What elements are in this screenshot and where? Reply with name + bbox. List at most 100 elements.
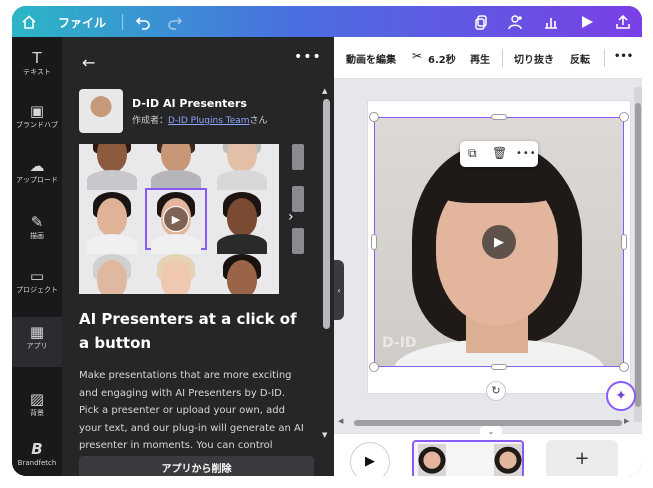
presenter-thumb[interactable]: [213, 144, 271, 190]
chevron-right-icon[interactable]: ›: [288, 209, 294, 225]
presenter-thumb[interactable]: [83, 144, 141, 190]
edit-video-button[interactable]: 動画を編集: [346, 51, 396, 66]
design-page[interactable]: D-ID ▶ ⧉ 🗑 ••• ↻: [368, 101, 630, 401]
element-floating-toolbar: ⧉ 🗑 •••: [460, 141, 538, 167]
apps-grid-icon: ▦: [29, 323, 45, 341]
resize-handle[interactable]: [619, 362, 629, 372]
copy-icon[interactable]: [470, 11, 492, 33]
scroll-left-icon[interactable]: ◀: [338, 417, 343, 425]
scroll-thumb[interactable]: [635, 103, 641, 407]
trash-icon[interactable]: 🗑: [492, 146, 507, 160]
presenter-thumb-selected[interactable]: ▶: [145, 188, 207, 254]
pen-icon: ✎: [30, 213, 44, 231]
resize-handle[interactable]: [491, 114, 507, 120]
analytics-icon[interactable]: [540, 11, 562, 33]
presenter-thumb[interactable]: [83, 190, 141, 254]
file-menu[interactable]: ファイル: [58, 14, 106, 31]
brand-hub-icon: ▣: [29, 102, 45, 120]
divider: [122, 14, 123, 30]
duplicate-icon[interactable]: ⧉: [468, 146, 477, 161]
play-button[interactable]: 再生: [470, 51, 490, 66]
more-options-icon[interactable]: •••: [294, 49, 322, 65]
present-icon[interactable]: [576, 11, 598, 33]
more-options-icon[interactable]: •••: [614, 51, 633, 62]
rail-item-draw[interactable]: ✎ 描画: [12, 213, 62, 241]
divider: [604, 49, 605, 67]
remove-app-button[interactable]: アプリから削除: [79, 456, 314, 476]
duration-label[interactable]: 6.2秒: [428, 51, 456, 66]
back-arrow-icon[interactable]: ←: [82, 53, 95, 72]
resize-handle[interactable]: [371, 234, 377, 250]
share-people-icon[interactable]: [504, 11, 526, 33]
crop-button[interactable]: 切り抜き: [514, 51, 554, 66]
rail-item-apps[interactable]: ▦ アプリ: [12, 317, 62, 367]
play-icon[interactable]: ▶: [163, 206, 189, 232]
background-pattern-icon: ▨: [29, 390, 45, 408]
context-toolbar: 動画を編集 ✂ 6.2秒 再生 切り抜き 反転 •••: [334, 37, 642, 79]
rail-item-text[interactable]: T テキスト: [12, 49, 62, 77]
scissors-icon[interactable]: ✂: [412, 49, 422, 63]
app-details-panel: ← ••• D-ID AI Presenters 作成者：D-ID Plugin…: [62, 37, 334, 476]
folder-icon: ▭: [29, 267, 45, 285]
rail-item-brand-hub[interactable]: ▣ ブランドハブ: [12, 102, 62, 130]
rail-item-label: テキスト: [23, 68, 51, 76]
author-prefix: 作成者：: [132, 116, 169, 126]
rail-item-label: ブランドハブ: [16, 121, 58, 129]
rail-item-projects[interactable]: ▭ プロジェクト: [12, 267, 62, 295]
presenter-thumb[interactable]: [213, 190, 271, 254]
upload-icon[interactable]: [612, 11, 634, 33]
resize-handle[interactable]: [369, 362, 379, 372]
presenter-thumb[interactable]: [213, 252, 271, 294]
scroll-thumb[interactable]: [323, 99, 330, 329]
rail-item-brandfetch[interactable]: B Brandfetch: [12, 440, 62, 468]
resize-handle[interactable]: [619, 112, 629, 122]
rail-item-upload[interactable]: ☁ アップロード: [12, 157, 62, 185]
next-preview-strip: [292, 144, 306, 294]
canvas-area: 動画を編集 ✂ 6.2秒 再生 切り抜き 反転 ••• D-ID ▶ ⧉ 🗑 •…: [334, 37, 642, 476]
redo-icon[interactable]: [164, 11, 186, 33]
undo-icon[interactable]: [132, 11, 154, 33]
resize-handle[interactable]: [621, 234, 627, 250]
resize-handle[interactable]: [491, 364, 507, 370]
chevron-down-icon[interactable]: ⌄: [480, 426, 502, 438]
rail-item-background[interactable]: ▨ 背景: [12, 390, 62, 418]
left-rail: T テキスト ▣ ブランドハブ ☁ アップロード ✎ 描画 ▭ プロジェクト ▦…: [12, 37, 62, 476]
scroll-up-icon[interactable]: ▲: [322, 87, 327, 95]
presenter-thumb[interactable]: [147, 252, 205, 294]
presenter-preview-grid: ▶: [79, 144, 279, 294]
rail-item-label: 背景: [30, 409, 44, 417]
app-author: 作成者：D-ID Plugins Teamさん: [132, 113, 268, 126]
rail-item-label: Brandfetch: [17, 459, 57, 467]
rail-item-label: プロジェクト: [16, 286, 58, 294]
timeline-play-button[interactable]: ▶: [350, 442, 390, 476]
add-clip-button[interactable]: +: [546, 440, 618, 476]
scroll-right-icon[interactable]: ▶: [624, 417, 629, 425]
resize-handle[interactable]: [369, 112, 379, 122]
app-headline: AI Presenters at a click of a button: [79, 310, 297, 352]
presenter-thumb[interactable]: [83, 252, 141, 294]
canvas-vertical-scrollbar[interactable]: [634, 87, 642, 422]
rail-item-label: アプリ: [26, 342, 48, 350]
cloud-upload-icon: ☁: [29, 157, 45, 175]
collapse-panel-handle[interactable]: ‹: [334, 260, 344, 320]
home-icon[interactable]: [18, 11, 40, 33]
timeline: ⌄ ▶ +: [334, 426, 642, 476]
app-window: ファイル T テキスト ▣ ブランドハブ ☁ アップロード ✎ 描画 ▭ プロジ…: [12, 6, 642, 476]
rotate-icon[interactable]: ↻: [486, 381, 506, 401]
author-suffix: さん: [249, 116, 268, 126]
app-thumbnail: [79, 89, 123, 133]
text-icon: T: [32, 49, 42, 67]
app-name: D-ID AI Presenters: [132, 97, 247, 110]
scroll-down-icon[interactable]: ▼: [322, 431, 327, 439]
app-description: Make presentations that are more excitin…: [79, 370, 304, 451]
magic-sparkle-icon[interactable]: ✦: [606, 381, 636, 411]
more-icon[interactable]: •••: [516, 148, 537, 159]
flip-button[interactable]: 反転: [570, 51, 590, 66]
panel-scrollbar[interactable]: ▲ ▼: [320, 87, 332, 445]
author-link[interactable]: D-ID Plugins Team: [168, 116, 250, 126]
timeline-clip[interactable]: [412, 440, 524, 476]
presenter-thumb[interactable]: [147, 144, 205, 190]
divider: [502, 49, 503, 67]
brandfetch-logo-icon: B: [31, 440, 43, 458]
top-bar: ファイル: [12, 6, 642, 37]
